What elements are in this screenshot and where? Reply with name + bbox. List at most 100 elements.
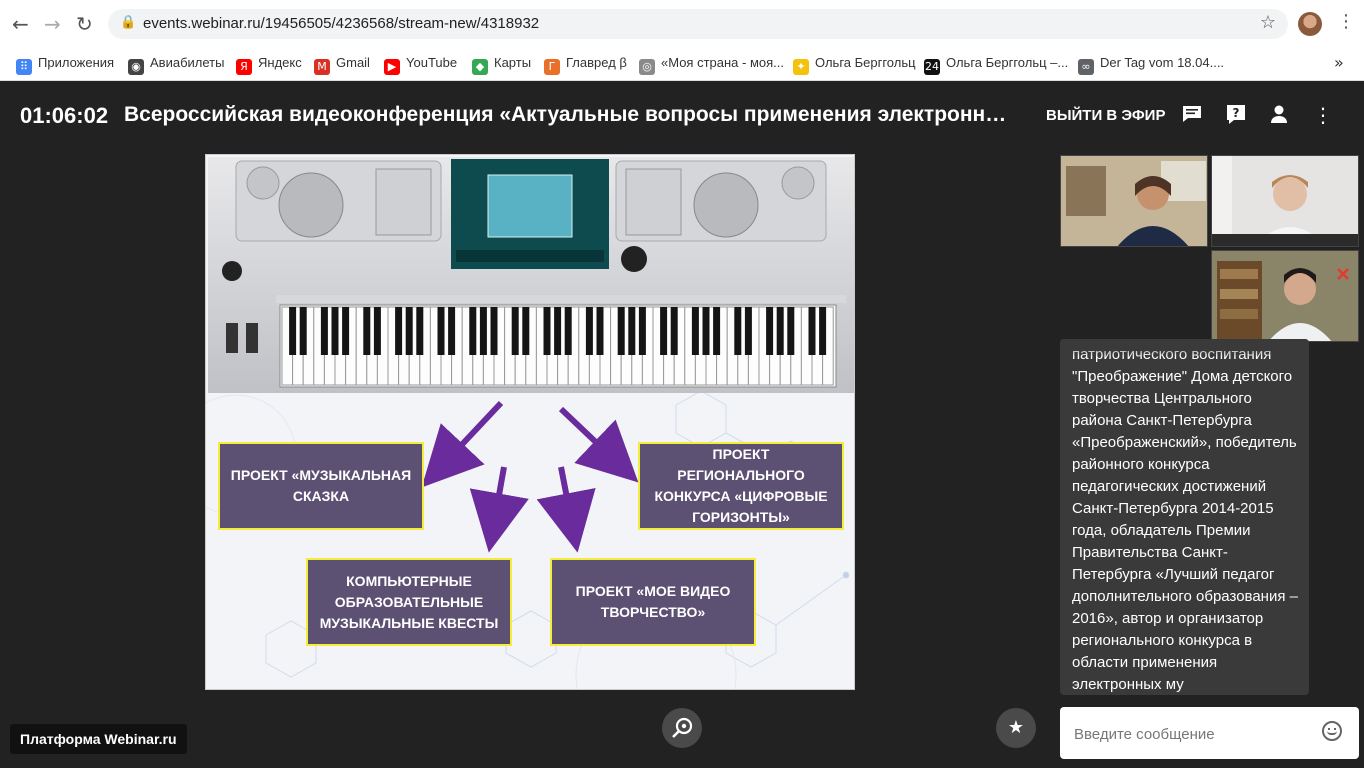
black-key <box>808 307 816 355</box>
go-live-button[interactable]: ВЫЙТИ В ЭФИР <box>1046 107 1165 124</box>
black-key <box>479 307 487 355</box>
participants-icon[interactable] <box>1267 103 1291 127</box>
url-text[interactable]: events.webinar.ru/19456505/4236568/strea… <box>143 15 539 32</box>
black-key <box>564 307 572 355</box>
black-key <box>702 307 710 355</box>
bookmark-label: Авиабилеты <box>150 55 225 70</box>
black-key <box>617 307 625 355</box>
bookmark-label: YouTube <box>406 55 458 70</box>
maps-icon: ◆ <box>472 59 488 75</box>
black-key <box>331 307 339 355</box>
bookmark-item[interactable]: ◎ «Моя страна - моя... <box>639 55 784 75</box>
yandex-icon: Я <box>236 59 252 75</box>
back-icon[interactable]: ← <box>12 12 29 36</box>
black-key <box>511 307 519 355</box>
bookmark-item[interactable]: M Gmail <box>314 55 370 75</box>
video-participant-3[interactable] <box>1211 250 1359 342</box>
black-key <box>819 307 827 355</box>
bookmark-label: Ольга Берггольц <box>815 55 916 70</box>
slide-box-music-quests: КОМПЬЮТЕРНЫЕ ОБРАЗОВАТЕЛЬНЫЕ МУЗЫКАЛЬНЫЕ… <box>306 558 512 646</box>
bookmarks-bar: ⠿ Приложения ◉ Авиабилеты Я Яндекс M Gmail ▶ YouT… <box>0 48 1364 81</box>
black-key <box>405 307 413 355</box>
globe-icon: ◉ <box>128 59 144 75</box>
bookmark-item[interactable]: Я Яндекс <box>236 55 302 75</box>
video-participant-1[interactable] <box>1060 155 1208 247</box>
black-key <box>373 307 381 355</box>
bookmark-label: Приложения <box>38 55 115 70</box>
address-bar[interactable]: 🔒 events.webinar.ru/19456505/4236568/str… <box>108 9 1288 39</box>
black-key <box>342 307 350 355</box>
black-key <box>776 307 784 355</box>
black-key <box>744 307 752 355</box>
presentation-slide: ПРОЕКТ «МУЗЫКАЛЬНАЯ СКАЗКА ПРОЕКТ РЕГИОН… <box>205 154 855 690</box>
bookmark-item[interactable]: ◆ Карты <box>472 55 531 75</box>
bookmark-label: Gmail <box>336 55 370 70</box>
bookmark-item[interactable]: ◉ Авиабилеты <box>128 55 224 75</box>
black-key <box>522 307 530 355</box>
platform-brand-label[interactable]: Платформа Webinar.ru <box>10 724 187 754</box>
zoom-icon[interactable] <box>662 708 702 748</box>
bookmark-label: «Моя страна - моя... <box>661 55 785 70</box>
bookmark-label: Карты <box>494 55 532 70</box>
site-icon: ◎ <box>639 59 655 75</box>
link-icon: ∞ <box>1078 59 1094 75</box>
speaker-bio-text: патриотического воспитания "Преображение… <box>1072 346 1298 693</box>
black-key <box>437 307 445 355</box>
reload-icon[interactable]: ↻ <box>76 12 93 36</box>
black-key <box>554 307 562 355</box>
profile-avatar[interactable] <box>1298 12 1322 36</box>
bookmarks-more-icon[interactable]: » <box>1334 53 1344 72</box>
message-input[interactable] <box>1072 721 1316 747</box>
black-key <box>543 307 551 355</box>
slide-box-digital-horizons: ПРОЕКТ РЕГИОНАЛЬНОГО КОНКУРСА «ЦИФРОВЫЕ … <box>638 442 844 530</box>
black-key <box>734 307 742 355</box>
lock-icon: 🔒 <box>120 15 137 30</box>
black-key <box>585 307 593 355</box>
conference-title: Всероссийская видеоконференция «Актуальн… <box>124 103 1014 126</box>
black-key <box>638 307 646 355</box>
chat-icon[interactable] <box>1180 103 1204 127</box>
black-key <box>670 307 678 355</box>
black-key <box>395 307 403 355</box>
svg-text:?: ? <box>1233 106 1240 120</box>
black-key <box>448 307 456 355</box>
bookmark-item[interactable]: ✦ Ольга Берггольц <box>793 55 916 75</box>
more-options-icon[interactable]: ⋮ <box>1311 103 1335 127</box>
bookmark-star-icon[interactable]: ☆ <box>1260 12 1276 33</box>
bookmark-label: Ольга Берггольц –... <box>946 55 1069 70</box>
black-key <box>289 307 297 355</box>
black-key <box>691 307 699 355</box>
black-key <box>416 307 424 355</box>
apps-icon: ⠿ <box>16 59 32 75</box>
question-icon[interactable]: ? <box>1224 103 1248 127</box>
black-key <box>787 307 795 355</box>
gmail-icon: M <box>314 59 330 75</box>
speaker-bio-panel: патриотического воспитания "Преображение… <box>1060 339 1309 695</box>
bookmark-label: Главред β <box>566 55 627 70</box>
channel-24-icon: 24 <box>924 59 940 75</box>
black-key <box>660 307 668 355</box>
black-key <box>469 307 477 355</box>
black-key <box>713 307 721 355</box>
stream-timer: 01:06:02 <box>20 103 109 128</box>
bookmark-label: Яндекс <box>258 55 302 70</box>
black-key <box>766 307 774 355</box>
slide-box-music-fairytale: ПРОЕКТ «МУЗЫКАЛЬНАЯ СКАЗКА <box>218 442 424 530</box>
bookmark-item[interactable]: 24 Ольга Берггольц –... <box>924 55 1068 75</box>
favorite-star-icon[interactable]: ★ <box>996 708 1036 748</box>
bookmark-item[interactable]: ⠿ Приложения <box>16 55 114 75</box>
video-participant-2[interactable] <box>1211 155 1359 247</box>
browser-menu-icon[interactable]: ⋮ <box>1337 11 1355 32</box>
bookmark-item[interactable]: Г Главред β <box>544 55 627 75</box>
bookmark-item[interactable]: ▶ YouTube <box>384 55 457 75</box>
black-key <box>320 307 328 355</box>
webinar-app: 01:06:02 Всероссийская видеоконференция … <box>0 81 1364 768</box>
black-key <box>299 307 307 355</box>
slide-box-video-creativity: ПРОЕКТ «МОЕ ВИДЕО ТВОРЧЕСТВО» <box>550 558 756 646</box>
forward-icon[interactable]: → <box>44 12 61 36</box>
bookmark-label: Der Tag vom 18.04.... <box>1100 55 1225 70</box>
bookmark-item[interactable]: ∞ Der Tag vom 18.04.... <box>1078 55 1224 75</box>
bulb-icon: ✦ <box>793 59 809 75</box>
emoji-icon[interactable] <box>1322 721 1342 741</box>
black-key <box>596 307 604 355</box>
